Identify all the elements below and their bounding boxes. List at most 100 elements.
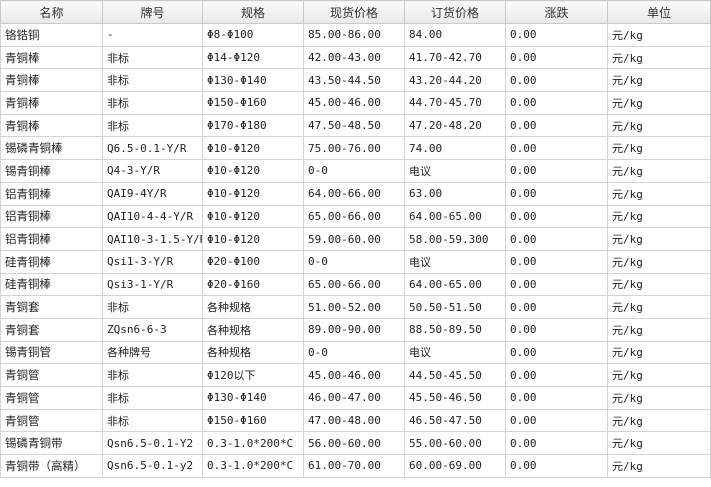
change-cell: 0.00: [505, 227, 608, 251]
order-price-cell: 电议: [404, 249, 506, 274]
change-cell: 0.00: [505, 295, 608, 319]
unit-cell: 元/kg: [607, 227, 711, 251]
table-row: 青铜棒 非标 Φ14-Φ120 42.00-43.00 41.70-42.70 0.00 元…: [0, 45, 711, 70]
spot-price-cell: 0-0: [303, 340, 405, 365]
spot-price-cell: 65.00-66.00: [303, 272, 405, 297]
order-price-cell: 45.50-46.50: [404, 386, 506, 410]
grade-cell: QAI10-3-1.5-Y/R: [102, 227, 203, 251]
name-cell: 锡磷青铜棒: [0, 136, 103, 161]
column-header-grade: 牌号: [102, 0, 203, 24]
column-header-name: 名称: [0, 0, 103, 24]
grade-cell: Q4-3-Y/R: [102, 159, 203, 183]
spot-price-cell: 85.00-86.00: [303, 23, 405, 47]
spot-price-cell: 46.00-47.00: [303, 386, 405, 410]
name-cell: 锡磷青铜带: [0, 431, 103, 456]
table-row: 锡青铜棒 Q4-3-Y/R Φ10-Φ120 0-0 电议 0.00 元/kg: [0, 159, 711, 183]
table-row: 青铜套 非标 各种规格 51.00-52.00 50.50-51.50 0.00 元/kg: [0, 295, 711, 319]
name-cell: 锡青铜管: [0, 340, 103, 365]
unit-cell: 元/kg: [607, 295, 711, 319]
change-cell: 0.00: [505, 272, 608, 297]
order-price-cell: 46.50-47.50: [404, 408, 506, 433]
spot-price-cell: 47.50-48.50: [303, 113, 405, 138]
unit-cell: 元/kg: [607, 113, 711, 138]
change-cell: 0.00: [505, 408, 608, 433]
spec-cell: Φ120以下: [202, 363, 304, 387]
table-row: 青铜棒 非标 Φ130-Φ140 43.50-44.50 43.20-44.20 0.00…: [0, 68, 711, 93]
spot-price-cell: 45.00-46.00: [303, 363, 405, 387]
spot-price-cell: 0-0: [303, 159, 405, 183]
table-row: 铝青铜棒 QAI9-4Y/R Φ10-Φ120 64.00-66.00 63.00 0.0…: [0, 181, 711, 206]
unit-cell: 元/kg: [607, 45, 711, 70]
change-cell: 0.00: [505, 363, 608, 387]
grade-cell: 非标: [102, 45, 203, 70]
name-cell: 硅青铜棒: [0, 249, 103, 274]
unit-cell: 元/kg: [607, 454, 711, 478]
table-row: 青铜管 非标 Φ130-Φ140 46.00-47.00 45.50-46.50 0.00…: [0, 386, 711, 410]
change-cell: 0.00: [505, 113, 608, 138]
change-cell: 0.00: [505, 91, 608, 115]
spec-cell: 0.3-1.0*200*C: [202, 431, 304, 456]
name-cell: 青铜带（高精）: [0, 454, 103, 478]
change-cell: 0.00: [505, 249, 608, 274]
name-cell: 青铜棒: [0, 45, 103, 70]
spot-price-cell: 43.50-44.50: [303, 68, 405, 93]
table-row: 青铜棒 非标 Φ170-Φ180 47.50-48.50 47.20-48.20 0.00…: [0, 113, 711, 138]
change-cell: 0.00: [505, 431, 608, 456]
name-cell: 青铜套: [0, 295, 103, 319]
name-cell: 铬锆铜: [0, 23, 103, 47]
order-price-cell: 55.00-60.00: [404, 431, 506, 456]
unit-cell: 元/kg: [607, 386, 711, 410]
unit-cell: 元/kg: [607, 272, 711, 297]
column-header-spec: 规格: [202, 0, 304, 24]
table-row: 锡磷青铜带 Qsn6.5-0.1-Y2 0.3-1.0*200*C 56.00-60.…: [0, 431, 711, 456]
spot-price-cell: 51.00-52.00: [303, 295, 405, 319]
spec-cell: Φ130-Φ140: [202, 386, 304, 410]
unit-cell: 元/kg: [607, 204, 711, 229]
order-price-cell: 58.00-59.300: [404, 227, 506, 251]
unit-cell: 元/kg: [607, 159, 711, 183]
name-cell: 青铜棒: [0, 91, 103, 115]
table-row: 铬锆铜 - Φ8-Φ100 85.00-86.00 84.00 0.00 元/kg: [0, 23, 711, 47]
order-price-cell: 74.00: [404, 136, 506, 161]
grade-cell: 非标: [102, 91, 203, 115]
order-price-cell: 41.70-42.70: [404, 45, 506, 70]
table-row: 铝青铜棒 QAI10-3-1.5-Y/R Φ10-Φ120 59.00-60.00 58…: [0, 227, 711, 251]
name-cell: 青铜棒: [0, 68, 103, 93]
spec-cell: Φ8-Φ100: [202, 23, 304, 47]
order-price-cell: 44.70-45.70: [404, 91, 506, 115]
spec-cell: 各种规格: [202, 317, 304, 342]
order-price-cell: 64.00-65.00: [404, 272, 506, 297]
change-cell: 0.00: [505, 454, 608, 478]
table-row: 青铜管 非标 Φ150-Φ160 47.00-48.00 46.50-47.50 0.00…: [0, 408, 711, 433]
order-price-cell: 64.00-65.00: [404, 204, 506, 229]
table-body: 铬锆铜 - Φ8-Φ100 85.00-86.00 84.00 0.00 元/kg 青铜棒 非标…: [0, 23, 711, 478]
spot-price-cell: 42.00-43.00: [303, 45, 405, 70]
unit-cell: 元/kg: [607, 136, 711, 161]
spot-price-cell: 59.00-60.00: [303, 227, 405, 251]
unit-cell: 元/kg: [607, 23, 711, 47]
order-price-cell: 60.00-69.00: [404, 454, 506, 478]
spec-cell: 各种规格: [202, 340, 304, 365]
order-price-cell: 44.50-45.50: [404, 363, 506, 387]
table-row: 硅青铜棒 Qsi3-1-Y/R Φ20-Φ160 65.00-66.00 64.00-6…: [0, 272, 711, 297]
grade-cell: 非标: [102, 408, 203, 433]
name-cell: 铝青铜棒: [0, 204, 103, 229]
spot-price-cell: 65.00-66.00: [303, 204, 405, 229]
spec-cell: Φ150-Φ160: [202, 91, 304, 115]
grade-cell: 非标: [102, 295, 203, 319]
grade-cell: Qsi3-1-Y/R: [102, 272, 203, 297]
spot-price-cell: 0-0: [303, 249, 405, 274]
spec-cell: Φ14-Φ120: [202, 45, 304, 70]
spec-cell: Φ10-Φ120: [202, 204, 304, 229]
grade-cell: Qsn6.5-0.1-Y2: [102, 431, 203, 456]
price-table: 名称 牌号 规格 现货价格 订货价格 涨跌 单位 铬锆铜 - Φ8-Φ100 85.0…: [0, 0, 711, 478]
order-price-cell: 43.20-44.20: [404, 68, 506, 93]
name-cell: 硅青铜棒: [0, 272, 103, 297]
spec-cell: Φ130-Φ140: [202, 68, 304, 93]
column-header-unit: 单位: [607, 0, 711, 24]
column-header-spot-price: 现货价格: [303, 0, 405, 24]
table-row: 铝青铜棒 QAI10-4-4-Y/R Φ10-Φ120 65.00-66.00 64.0…: [0, 204, 711, 229]
unit-cell: 元/kg: [607, 68, 711, 93]
grade-cell: 非标: [102, 113, 203, 138]
column-header-order-price: 订货价格: [404, 0, 506, 24]
